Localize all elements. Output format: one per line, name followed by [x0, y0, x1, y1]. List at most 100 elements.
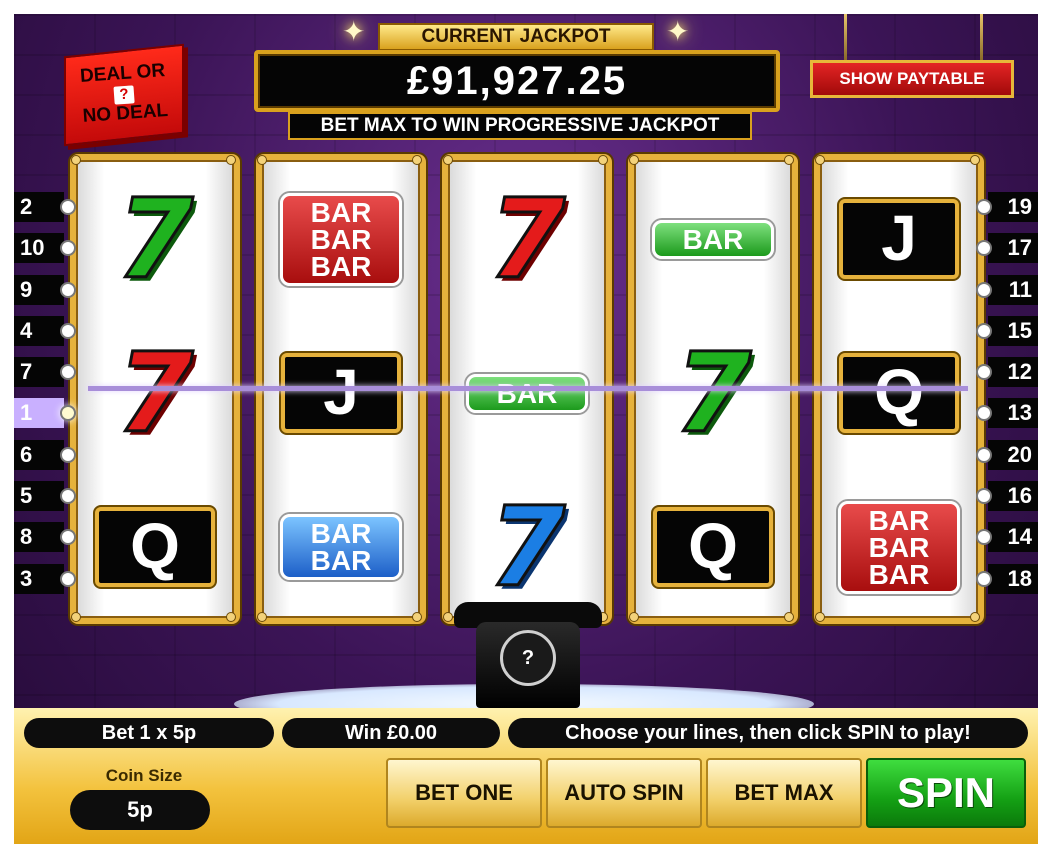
reel-symbol: 7	[634, 318, 792, 468]
bar-text: BAR	[682, 223, 744, 255]
bar-text: BAR	[868, 558, 930, 590]
payline-button-10[interactable]: 10	[14, 229, 76, 267]
payline-number: 1	[14, 398, 64, 429]
payline-button-6[interactable]: 6	[14, 436, 76, 474]
payline-button-17[interactable]: 17	[976, 229, 1038, 267]
j-card-symbol: J	[281, 353, 401, 433]
reel-symbol: Q	[76, 472, 234, 622]
payline-dot-icon	[60, 281, 76, 298]
logo-text: DEAL OR ? NO DEAL	[62, 60, 186, 128]
payline-dot-icon	[60, 570, 76, 587]
payline-button-13[interactable]: 13	[976, 394, 1038, 432]
payline-number: 15	[988, 315, 1038, 346]
payline-button-16[interactable]: 16	[976, 477, 1038, 515]
payline-dot-icon	[60, 488, 76, 505]
q-card-symbol: Q	[95, 507, 215, 587]
payline-dot-icon	[60, 364, 76, 381]
coin-size-selector[interactable]: 5p	[70, 790, 210, 830]
reel-symbol: J	[262, 318, 420, 468]
payline-button-7[interactable]: 7	[14, 353, 76, 391]
payline-dot-icon	[60, 405, 76, 422]
blue-seven-symbol: 7	[487, 483, 567, 611]
q-card-symbol: Q	[839, 353, 959, 433]
reel-symbol: Q	[820, 318, 978, 468]
current-jackpot-label: CURRENT JACKPOT	[378, 23, 654, 51]
red-bar-symbol: BAR BAR BAR	[838, 500, 960, 594]
payline-number: 6	[14, 439, 64, 470]
payline-number: 9	[14, 274, 64, 305]
payline-button-3[interactable]: 3	[14, 560, 76, 598]
j-card-symbol: J	[839, 199, 959, 279]
payline-number: 10	[14, 233, 64, 264]
payline-dot-icon	[60, 240, 76, 257]
payline-number: 19	[988, 192, 1038, 222]
sign-chain	[844, 14, 847, 60]
bar-text: BAR	[310, 545, 372, 576]
payline-buttons-right: 19 17 11 15 12 13 20 16 14 18	[976, 188, 1038, 601]
sparkle-icon: ✦	[666, 16, 690, 47]
payline-button-4[interactable]: 4	[14, 312, 76, 350]
reel-symbol: BAR BAR	[262, 472, 420, 622]
payline-number: 20	[988, 439, 1038, 470]
sign-chain	[980, 14, 983, 60]
control-panel: Bet 1 x 5p Win £0.00 Choose your lines, …	[14, 708, 1038, 844]
payline-buttons-left: 2 10 9 4 7 1 6 5 8 3	[14, 188, 76, 601]
payline-button-9[interactable]: 9	[14, 271, 76, 309]
payline-number: 7	[14, 357, 64, 388]
reel-symbol: 7	[76, 318, 234, 468]
deal-or-no-deal-logo: DEAL OR ? NO DEAL	[62, 34, 192, 147]
payline-dot-icon	[976, 281, 992, 298]
bet-display: Bet 1 x 5p	[24, 718, 274, 748]
payline-number: 11	[988, 274, 1038, 305]
payline-dot-icon	[60, 199, 76, 215]
phone-dial: ?	[500, 630, 556, 686]
payline-button-11[interactable]: 11	[976, 271, 1038, 309]
payline-number: 5	[14, 481, 64, 512]
reel-symbol: 7	[448, 472, 606, 622]
payline-button-5[interactable]: 5	[14, 477, 76, 515]
payline-dot-icon	[976, 322, 992, 339]
payline-number: 16	[988, 481, 1038, 512]
reel-symbol: BAR BAR BAR	[820, 472, 978, 622]
payline-number: 13	[988, 398, 1038, 429]
bar-text: BAR	[310, 223, 372, 255]
payline-button-12[interactable]: 12	[976, 353, 1038, 391]
spin-button[interactable]: SPIN	[866, 758, 1026, 828]
green-bar-symbol: BAR	[652, 219, 774, 259]
payline-number: 18	[988, 563, 1038, 594]
payline-dot-icon	[60, 529, 76, 546]
banker-phone-icon: ?	[454, 602, 602, 710]
payline-button-15[interactable]: 15	[976, 312, 1038, 350]
payline-button-18[interactable]: 18	[976, 560, 1038, 598]
green-seven-symbol: 7	[673, 329, 753, 457]
blue-bar-symbol: BAR BAR	[280, 514, 402, 580]
payline-number: 12	[988, 357, 1038, 388]
reel-symbol: BAR BAR BAR	[262, 164, 420, 314]
reel-symbol: BAR	[634, 164, 792, 314]
bet-one-button[interactable]: BET ONE	[386, 758, 542, 828]
payline-button-20[interactable]: 20	[976, 436, 1038, 474]
bar-text: BAR	[868, 531, 930, 563]
reel-symbol: 7	[76, 164, 234, 314]
sparkle-icon: ✦	[342, 16, 366, 47]
payline-number: 8	[14, 522, 64, 553]
payline-button-19[interactable]: 19	[976, 188, 1038, 226]
payline-button-8[interactable]: 8	[14, 518, 76, 556]
payline-dot-icon	[976, 488, 992, 505]
auto-spin-button[interactable]: AUTO SPIN	[546, 758, 702, 828]
slot-game: DEAL OR ? NO DEAL ✦ ✦ CURRENT JACKPOT £9…	[14, 14, 1038, 844]
payline-button-1[interactable]: 1	[14, 394, 76, 432]
payline-button-14[interactable]: 14	[976, 518, 1038, 556]
payline-dot-icon	[976, 199, 992, 215]
payline-number: 2	[14, 192, 64, 222]
bar-text: BAR	[310, 518, 372, 549]
payline-button-2[interactable]: 2	[14, 188, 76, 226]
payline-number: 4	[14, 315, 64, 346]
jackpot-amount: £91,927.25	[254, 50, 780, 112]
payline-number: 3	[14, 563, 64, 594]
reel-symbol: BAR	[448, 318, 606, 468]
payline-number: 17	[988, 233, 1038, 264]
bet-max-button[interactable]: BET MAX	[706, 758, 862, 828]
bar-text: BAR	[310, 250, 372, 282]
show-paytable-button[interactable]: SHOW PAYTABLE	[810, 60, 1014, 98]
